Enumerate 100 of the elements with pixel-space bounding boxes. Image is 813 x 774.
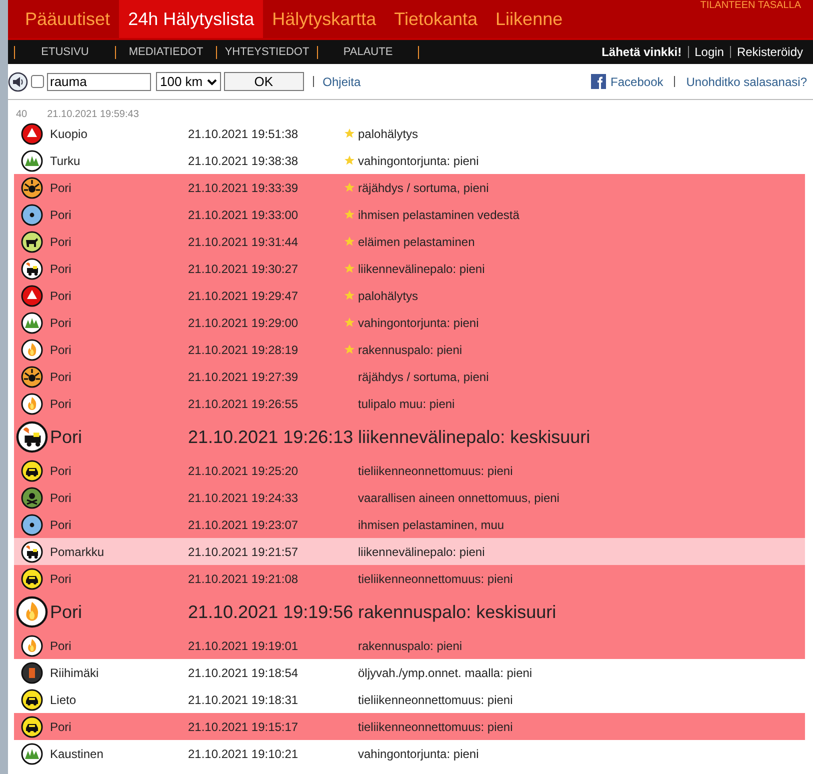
place-name: Pori	[50, 464, 72, 478]
place-name: Turku	[50, 154, 82, 168]
alert-row[interactable]: Pori 21.10.2021 19:29:47 palohälytys	[14, 282, 805, 309]
place-name: Pori	[50, 426, 84, 448]
alert-row[interactable]: Pori 21.10.2021 19:31:44 eläimen pelastaminen	[14, 228, 805, 255]
alert-type: palohälytys	[358, 126, 418, 140]
alert-time: 21.10.2021 19:23:07	[188, 518, 300, 532]
help-link[interactable]: Ohjeita	[322, 74, 361, 88]
alert-time: 21.10.2021 19:33:00	[188, 208, 300, 222]
alert-time: 21.10.2021 19:29:47	[188, 288, 300, 302]
alert-time: 21.10.2021 19:33:39	[188, 180, 300, 194]
alert-row[interactable]: Pomarkku 21.10.2021 19:21:57 liikennevälinepalo: pieni	[14, 538, 805, 565]
nav-tab[interactable]: Hälytyskartta	[263, 0, 386, 38]
nav-tab[interactable]: Tietokanta	[385, 0, 487, 38]
facebook-icon[interactable]	[590, 74, 606, 89]
place-name: Pori	[50, 720, 72, 734]
user-link[interactable]: Rekisteröidy	[730, 46, 809, 58]
alert-row[interactable]: Pori 21.10.2021 19:26:55 tulipalo muu: pieni	[14, 390, 805, 417]
sub-nav-link[interactable]: ETUSIVU	[14, 46, 116, 58]
ok-button[interactable]: OK	[224, 72, 304, 91]
nav-tab[interactable]: 24h Hälytyslista	[119, 0, 264, 38]
alert-row[interactable]: Pori 21.10.2021 19:28:19 rakennuspalo: pieni	[14, 336, 805, 363]
alert-row[interactable]: Pori 21.10.2021 19:33:39 räjähdys / sortuma, pieni	[14, 174, 805, 201]
flame-icon	[21, 634, 43, 656]
alert-time: 21.10.2021 19:29:00	[188, 316, 300, 330]
user-link[interactable]: Login	[688, 46, 730, 58]
place-name: Pori	[50, 602, 84, 622]
alert-type: rakennuspalo: keskisuuri	[358, 602, 556, 622]
alert-row[interactable]: Pori 21.10.2021 19:26:13 liikennevälinepalo: keskisuuri	[14, 417, 805, 457]
alert-row[interactable]: Pori 21.10.2021 19:30:27 liikennevälinepalo: pieni	[14, 255, 805, 282]
water-rescue-icon	[21, 514, 43, 536]
alert-time: 21.10.2021 19:25:20	[188, 464, 300, 478]
place-name: Pori	[50, 288, 72, 302]
alert-type: tieliikenneonnettomuus: pieni	[358, 720, 513, 734]
place-name: Pori	[50, 180, 72, 194]
user-link[interactable]: Lähetä vinkki!	[596, 46, 688, 58]
alert-row[interactable]: Pori 21.10.2021 19:21:08 tieliikenneonnettomuus: pieni	[14, 565, 805, 592]
place-name: Pori	[50, 370, 72, 384]
alert-row[interactable]: Pori 21.10.2021 19:27:39 räjähdys / sortuma, pieni	[14, 363, 805, 390]
alert-row[interactable]: Kuopio 21.10.2021 19:51:38 palohälytys	[14, 120, 805, 147]
burning-truck-icon	[16, 421, 48, 453]
flame-icon	[16, 596, 48, 628]
place-name: Pori	[50, 572, 72, 586]
alarm-bell-icon	[21, 284, 43, 306]
forgot-password-link[interactable]: Unohditko salasanasi?	[686, 74, 807, 88]
alert-type: öljyvah./ymp.onnet. maalla: pieni	[358, 666, 532, 680]
alert-time: 21.10.2021 19:21:08	[188, 572, 300, 586]
place-name: Pori	[50, 638, 72, 652]
nav-tab[interactable]: Liikenne	[486, 0, 572, 38]
alert-type: räjähdys / sortuma, pieni	[358, 180, 489, 194]
burning-truck-icon	[21, 540, 43, 562]
alert-row[interactable]: Pori 21.10.2021 19:19:01 rakennuspalo: pieni	[14, 632, 805, 659]
alert-time: 21.10.2021 19:28:19	[188, 342, 300, 356]
place-name: Kaustinen	[50, 746, 104, 760]
facebook-link[interactable]: Facebook	[610, 74, 664, 88]
alert-row[interactable]: Pori 21.10.2021 19:25:20 tieliikenneonnettomuus: pieni	[14, 457, 805, 484]
alert-type: vahingontorjunta: pieni	[358, 154, 479, 168]
place-name: Pomarkku	[50, 544, 106, 558]
flame-icon	[21, 338, 43, 360]
alert-type: tulipalo muu: pieni	[358, 396, 455, 410]
alert-row[interactable]: Pori 21.10.2021 19:19:56 rakennuspalo: keskisuuri	[14, 592, 805, 632]
caret-icon	[206, 78, 217, 86]
sub-nav-link[interactable]: YHTEYSTIEDOT	[216, 46, 318, 58]
sub-nav-link[interactable]: MEDIATIEDOT	[115, 46, 217, 58]
sub-nav-link[interactable]: PALAUTE	[317, 46, 419, 58]
alert-type: liikennevälinepalo: keskisuuri	[358, 426, 590, 448]
alert-row[interactable]: Lieto 21.10.2021 19:18:31 tieliikenneonnettomuus: pieni	[14, 686, 805, 713]
alert-type: tieliikenneonnettomuus: pieni	[358, 692, 513, 706]
alert-row[interactable]: Pori 21.10.2021 19:33:00 ihmisen pelastaminen vedestä	[14, 201, 805, 228]
alert-type: tieliikenneonnettomuus: pieni	[358, 572, 513, 586]
radius-dropdown[interactable]: 100 km	[156, 72, 221, 91]
alert-type: liikennevälinepalo: pieni	[358, 262, 485, 276]
alert-type: eläimen pelastaminen	[358, 234, 475, 248]
car-accident-icon	[21, 716, 43, 738]
alert-time: 21.10.2021 19:24:33	[188, 490, 300, 504]
search-field[interactable]: rauma	[47, 72, 151, 90]
alert-time: 21.10.2021 19:19:01	[188, 638, 300, 652]
alert-time: 21.10.2021 19:18:31	[188, 692, 300, 706]
speaker-icon[interactable]	[8, 72, 28, 92]
tagline: TILANTEEN TASALLA	[700, 0, 801, 11]
alert-type: ihmisen pelastaminen, muu	[358, 518, 504, 532]
alert-time: 21.10.2021 19:26:55	[188, 396, 300, 410]
alert-row[interactable]: Pori 21.10.2021 19:29:00 vahingontorjunta: pieni	[14, 309, 805, 336]
nav-tab[interactable]: Pääuutiset	[16, 0, 120, 38]
oil-barrel-icon	[21, 662, 43, 684]
alert-row[interactable]: Kaustinen 21.10.2021 19:10:21 vahingontorjunta: pieni	[14, 740, 805, 767]
alert-row[interactable]: Pori 21.10.2021 19:24:33 vaarallisen aineen onnettomuus, pieni	[14, 484, 805, 511]
alert-type: palohälytys	[358, 288, 418, 302]
place-name: Riihimäki	[50, 666, 100, 680]
alert-time: 21.10.2021 19:27:39	[188, 370, 300, 384]
alert-type: ihmisen pelastaminen vedestä	[358, 208, 520, 222]
alert-time: 21.10.2021 19:10:21	[188, 746, 300, 760]
flame-icon	[21, 392, 43, 414]
alert-row[interactable]: Turku 21.10.2021 19:38:38 vahingontorjunta: pieni	[14, 147, 805, 174]
alert-row[interactable]: Pori 21.10.2021 19:23:07 ihmisen pelastaminen, muu	[14, 511, 805, 538]
alert-row[interactable]: Riihimäki 21.10.2021 19:18:54 öljyvah./ymp.onnet. maalla: pieni	[14, 659, 805, 686]
car-accident-icon	[21, 568, 43, 590]
alert-row[interactable]: Pori 21.10.2021 19:15:17 tieliikenneonnettomuus: pieni	[14, 713, 805, 740]
car-accident-icon	[21, 688, 43, 710]
checkbox[interactable]	[31, 75, 44, 88]
